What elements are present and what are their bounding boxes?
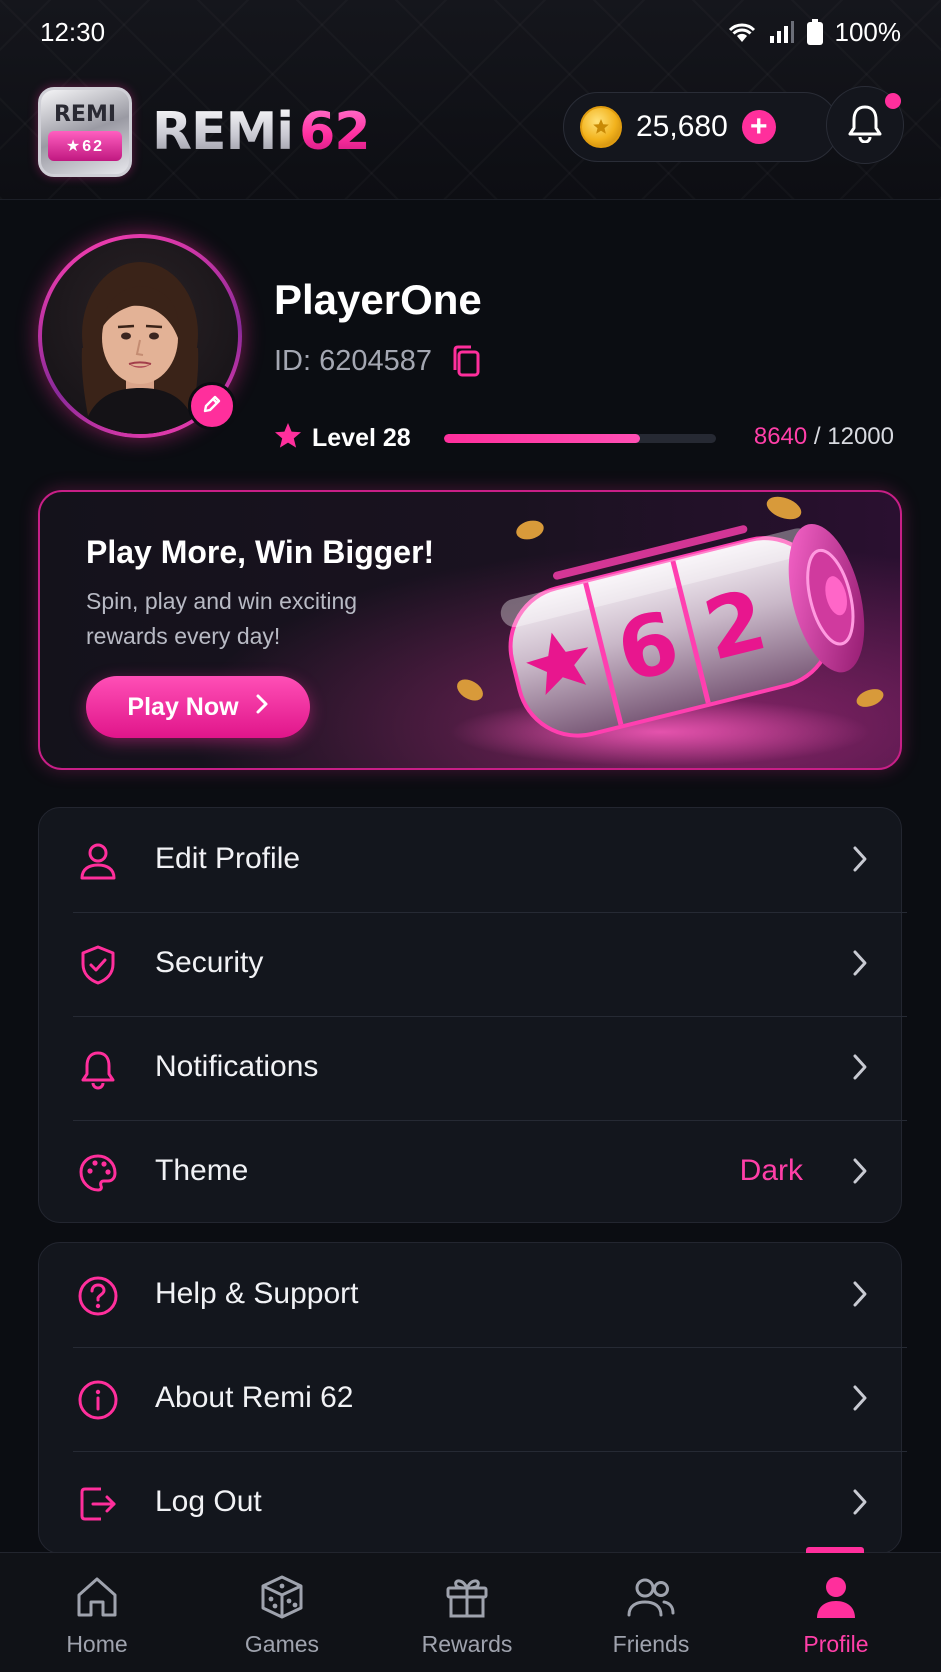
status-time: 12:30 <box>40 16 106 47</box>
level-progress: Level 28 8640 / 12000 <box>274 420 894 456</box>
active-tab-indicator <box>806 1547 864 1553</box>
bell-icon <box>846 103 884 148</box>
chevron-right-icon <box>851 948 869 978</box>
copy-id-icon[interactable] <box>450 344 482 378</box>
menu-help-support[interactable]: Help & Support <box>39 1243 903 1347</box>
menu-label: About Remi 62 <box>155 1381 354 1414</box>
nav-label: Profile <box>803 1631 869 1657</box>
status-bar: 12:30 100% <box>0 0 941 64</box>
brand-word: REMi <box>152 102 294 162</box>
player-id: ID: 6204587 <box>274 344 482 378</box>
dice-icon <box>259 1573 305 1621</box>
player-id-text: ID: 6204587 <box>274 344 433 377</box>
menu-about[interactable]: About Remi 62 <box>39 1347 903 1451</box>
user-icon <box>77 840 119 882</box>
xp-separator: / <box>807 423 828 450</box>
logout-icon <box>77 1483 119 1525</box>
info-circle-icon <box>77 1379 119 1421</box>
theme-value: Dark <box>739 1154 803 1187</box>
menu-label: Log Out <box>155 1485 262 1518</box>
play-now-label: Play Now <box>127 692 239 721</box>
xp-bar <box>444 434 716 443</box>
promo-title: Play More, Win Bigger! <box>86 534 435 570</box>
home-icon <box>74 1573 120 1621</box>
play-now-button[interactable]: Play Now <box>86 676 310 738</box>
nav-label: Rewards <box>421 1631 513 1657</box>
chevron-right-icon <box>851 1156 869 1186</box>
logo-text: REMI <box>53 102 117 127</box>
chevron-right-icon <box>851 1052 869 1082</box>
menu-label: Security <box>155 946 264 979</box>
battery-icon <box>806 19 823 45</box>
menu-theme[interactable]: Theme Dark <box>39 1120 903 1224</box>
battery-level: 100% <box>834 16 902 47</box>
promo-banner[interactable]: Play More, Win Bigger! Spin, play and wi… <box>38 490 902 770</box>
brand-name: REMi 62 <box>152 102 371 162</box>
xp-max: 12000 <box>827 423 894 450</box>
xp-bar-fill <box>444 434 640 443</box>
coin-amount: 25,680 <box>636 110 728 143</box>
nav-profile[interactable]: Profile <box>756 1573 916 1663</box>
logo-reel: ★62 <box>48 131 122 161</box>
slot-reel-illustration: 6 2 <box>430 492 900 768</box>
menu-label: Theme <box>155 1154 249 1187</box>
coin-icon <box>580 106 622 148</box>
menu-security[interactable]: Security <box>39 912 903 1016</box>
palette-icon <box>77 1152 119 1194</box>
notification-badge <box>885 93 901 109</box>
menu-edit-profile[interactable]: Edit Profile <box>39 808 903 912</box>
settings-card: Edit Profile Security Notifications Them… <box>38 807 907 1224</box>
status-icons: 100% <box>727 16 902 48</box>
username: PlayerOne <box>274 276 482 323</box>
profile-icon <box>814 1573 858 1621</box>
xp-text: 8640 / 12000 <box>754 423 894 451</box>
menu-label: Edit Profile <box>155 842 301 875</box>
wifi-icon <box>727 20 757 44</box>
xp-current: 8640 <box>753 423 808 450</box>
help-circle-icon <box>77 1275 119 1317</box>
chevron-right-icon <box>255 693 269 722</box>
nav-friends[interactable]: Friends <box>571 1573 731 1663</box>
app-logo: REMI ★62 <box>38 87 132 177</box>
level-label: Level 28 <box>312 423 411 452</box>
nav-home[interactable]: Home <box>17 1573 177 1663</box>
support-card: Help & Support About Remi 62 Log Out <box>38 1242 907 1555</box>
pencil-icon <box>201 393 223 420</box>
app-header: REMI ★62 REMi 62 25,680 + <box>38 86 904 178</box>
friends-icon <box>626 1573 676 1621</box>
add-coins-button[interactable]: + <box>741 110 776 144</box>
nav-rewards[interactable]: Rewards <box>387 1573 547 1663</box>
nav-label: Home <box>66 1631 128 1657</box>
promo-subtitle: Spin, play and win exciting rewards ever… <box>86 588 358 649</box>
edit-avatar-button[interactable] <box>188 382 236 430</box>
bell-icon <box>77 1048 119 1090</box>
bottom-nav: Home Games Rewards Friends Profile <box>0 1547 941 1672</box>
chevron-right-icon <box>851 1279 869 1309</box>
menu-log-out[interactable]: Log Out <box>39 1451 903 1555</box>
nav-label: Games <box>244 1631 320 1657</box>
signal-icon <box>769 20 795 44</box>
shield-check-icon <box>77 944 119 986</box>
gift-icon <box>444 1573 490 1621</box>
nav-label: Friends <box>612 1631 690 1657</box>
menu-notifications[interactable]: Notifications <box>39 1016 903 1120</box>
menu-label: Notifications <box>155 1050 319 1083</box>
chevron-right-icon <box>851 1383 869 1413</box>
notifications-button[interactable] <box>826 86 904 164</box>
menu-label: Help & Support <box>155 1277 359 1310</box>
nav-games[interactable]: Games <box>202 1573 362 1663</box>
brand-number: 62 <box>299 102 370 162</box>
star-icon <box>274 422 302 455</box>
chevron-right-icon <box>851 1487 869 1517</box>
coin-balance[interactable]: 25,680 + <box>563 92 839 162</box>
chevron-right-icon <box>851 844 869 874</box>
